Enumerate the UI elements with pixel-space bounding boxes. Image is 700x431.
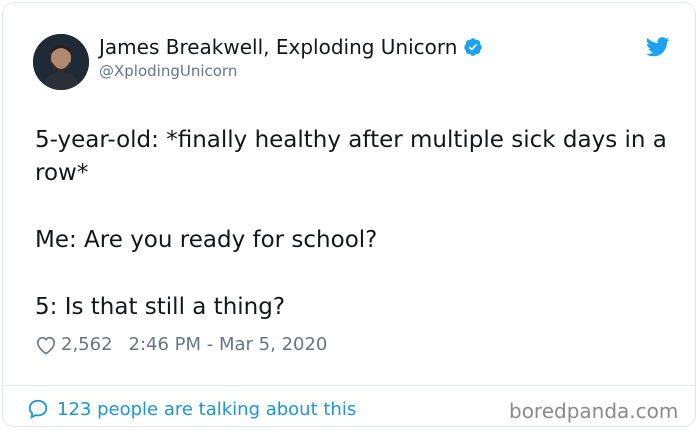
like-count[interactable]: 2,562 [61,334,113,355]
speech-bubble-icon [27,398,49,420]
tweet-text: 5-year-old: *finally healthy after multi… [35,124,675,358]
tweet-line: Me: Are you ready for school? [35,227,378,253]
heart-icon[interactable] [35,335,57,355]
author-name[interactable]: James Breakwell, Exploding Unicorn [99,35,457,59]
talking-text[interactable]: 123 people are talking about this [57,399,356,420]
tweet-card: James Breakwell, Exploding Unicorn @Xplo… [2,2,696,427]
tweet-line: 5-year-old: *finally healthy after multi… [35,127,667,186]
talking-link[interactable]: 123 people are talking about this [27,398,356,420]
avatar[interactable] [33,34,89,90]
author-name-row: James Breakwell, Exploding Unicorn [99,35,483,62]
watermark: boredpanda.com [509,399,679,423]
twitter-bird-icon[interactable] [645,37,670,61]
tweet-meta: 2,562 2:46 PM - Mar 5, 2020 [35,334,327,355]
person-avatar-image [33,34,89,90]
timestamp[interactable]: 2:46 PM - Mar 5, 2020 [129,334,328,355]
tweet-line: 5: Is that still a thing? [35,294,286,320]
verified-badge-icon [463,37,483,62]
divider [3,385,695,386]
author-handle[interactable]: @XplodingUnicorn [99,62,237,80]
